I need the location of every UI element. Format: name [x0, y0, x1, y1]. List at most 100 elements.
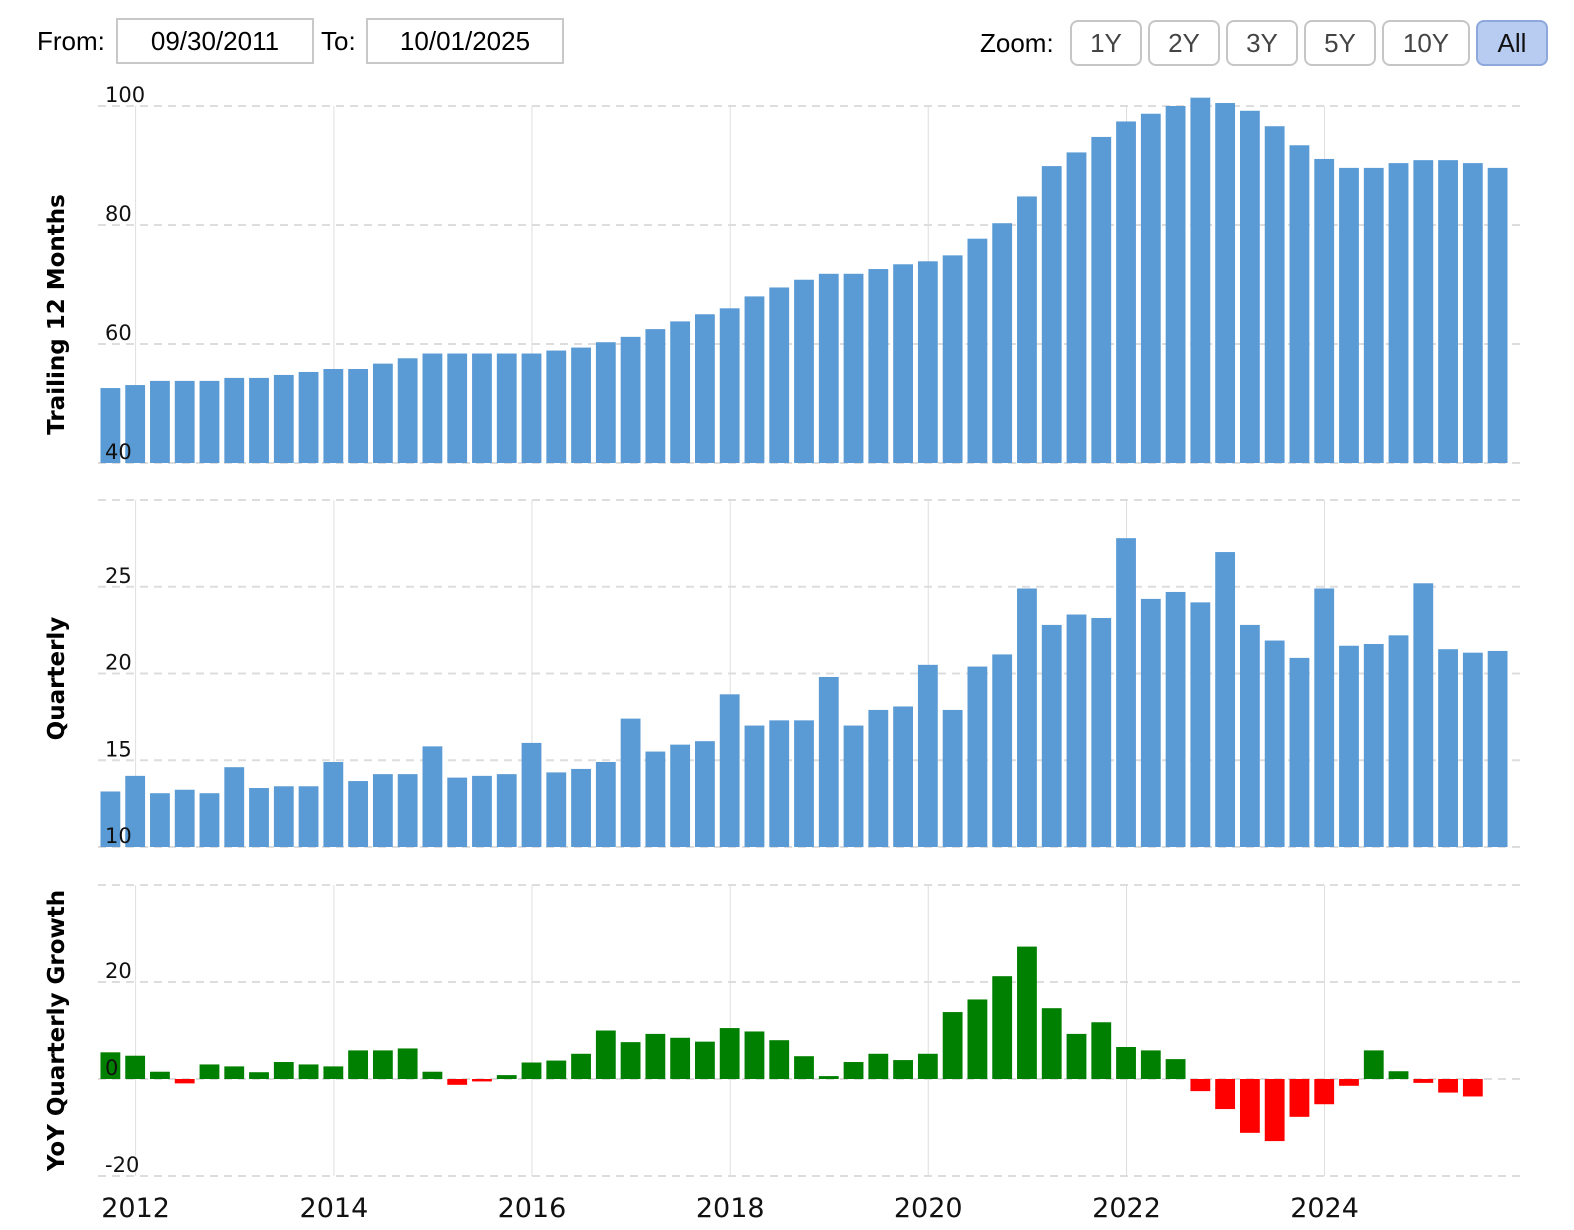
bar[interactable] [1314, 588, 1335, 847]
bar[interactable] [298, 371, 319, 463]
bar[interactable] [595, 342, 616, 463]
bar[interactable] [1289, 1079, 1310, 1117]
bar[interactable] [249, 1072, 269, 1079]
bar[interactable] [794, 1056, 814, 1079]
bar[interactable] [818, 676, 839, 847]
bar[interactable] [1116, 538, 1136, 847]
bar[interactable] [1487, 167, 1508, 463]
bar[interactable] [174, 380, 195, 463]
bar[interactable] [1339, 167, 1359, 463]
bar[interactable] [397, 358, 418, 463]
bar[interactable] [769, 720, 790, 847]
bar[interactable] [1190, 1079, 1211, 1092]
bar[interactable] [422, 1071, 443, 1079]
bar[interactable] [794, 720, 814, 847]
bar[interactable] [595, 761, 616, 847]
bar[interactable] [323, 761, 344, 847]
bar[interactable] [1289, 657, 1310, 847]
bar[interactable] [868, 1053, 889, 1079]
bar[interactable] [298, 786, 319, 847]
bar[interactable] [917, 261, 938, 463]
bar[interactable] [719, 308, 740, 463]
bar[interactable] [1165, 591, 1186, 847]
bar[interactable] [1388, 1071, 1409, 1079]
bar[interactable] [1091, 136, 1112, 463]
bar[interactable] [868, 269, 889, 463]
bar[interactable] [1363, 644, 1384, 847]
bar[interactable] [1017, 946, 1037, 1079]
bar[interactable] [744, 296, 765, 463]
bar[interactable] [224, 377, 245, 463]
bar[interactable] [1190, 97, 1211, 464]
bar[interactable] [1017, 196, 1037, 463]
bar[interactable] [447, 777, 468, 847]
bar[interactable] [645, 329, 666, 463]
bar[interactable] [843, 1062, 864, 1079]
bar[interactable] [1438, 649, 1458, 847]
bar[interactable] [298, 1064, 319, 1079]
bar[interactable] [769, 1040, 790, 1079]
bar[interactable] [1413, 160, 1434, 463]
bar[interactable] [1116, 1046, 1136, 1079]
bar[interactable] [1215, 552, 1236, 847]
bar[interactable] [472, 775, 492, 847]
bar[interactable] [1339, 645, 1359, 847]
bar[interactable] [645, 1033, 666, 1079]
bar[interactable] [1017, 588, 1037, 847]
bar[interactable] [1140, 598, 1161, 847]
bar[interactable] [273, 786, 294, 847]
bar[interactable] [150, 380, 170, 463]
bar[interactable] [496, 774, 517, 847]
bar[interactable] [1215, 103, 1236, 464]
bar[interactable] [372, 363, 393, 463]
bar[interactable] [1388, 163, 1409, 463]
bar[interactable] [1041, 1008, 1062, 1079]
bar[interactable] [1487, 650, 1508, 847]
bar[interactable] [744, 1031, 765, 1079]
bar[interactable] [174, 789, 195, 847]
bar[interactable] [447, 1079, 468, 1085]
bar[interactable] [571, 1053, 591, 1079]
bar[interactable] [1264, 1079, 1285, 1142]
bar[interactable] [571, 768, 591, 847]
bar[interactable] [1140, 113, 1161, 464]
bar[interactable] [794, 279, 814, 463]
bar[interactable] [496, 1075, 517, 1079]
bar[interactable] [1066, 1033, 1087, 1079]
bar[interactable] [1413, 1079, 1434, 1083]
bar[interactable] [1116, 121, 1136, 463]
bar[interactable] [917, 664, 938, 847]
bar[interactable] [670, 1037, 691, 1079]
bar[interactable] [150, 1071, 170, 1079]
bar[interactable] [1041, 166, 1062, 463]
bar[interactable] [1314, 1079, 1335, 1105]
bar[interactable] [273, 1062, 294, 1079]
bar[interactable] [1462, 652, 1483, 847]
bar[interactable] [372, 1050, 393, 1079]
bar[interactable] [249, 377, 269, 463]
bar[interactable] [1239, 624, 1260, 847]
bar[interactable] [868, 709, 889, 847]
bar[interactable] [1462, 163, 1483, 463]
bar[interactable] [1066, 152, 1087, 463]
bar[interactable] [521, 1062, 542, 1079]
bar[interactable] [1215, 1079, 1236, 1110]
bar[interactable] [670, 321, 691, 463]
bar[interactable] [472, 353, 492, 463]
bar[interactable] [893, 1060, 913, 1079]
bar[interactable] [620, 718, 641, 847]
bar[interactable] [1066, 614, 1087, 847]
bar[interactable] [620, 336, 641, 463]
bar[interactable] [1190, 602, 1211, 847]
bar[interactable] [199, 380, 220, 463]
bar[interactable] [422, 746, 443, 847]
bar[interactable] [1413, 583, 1434, 847]
bar[interactable] [1091, 1022, 1112, 1079]
bar[interactable] [670, 744, 691, 847]
bar[interactable] [249, 788, 269, 847]
bar[interactable] [348, 1050, 369, 1079]
bar[interactable] [942, 709, 963, 847]
bar[interactable] [447, 353, 468, 463]
bar[interactable] [967, 666, 988, 847]
bar[interactable] [769, 287, 790, 463]
